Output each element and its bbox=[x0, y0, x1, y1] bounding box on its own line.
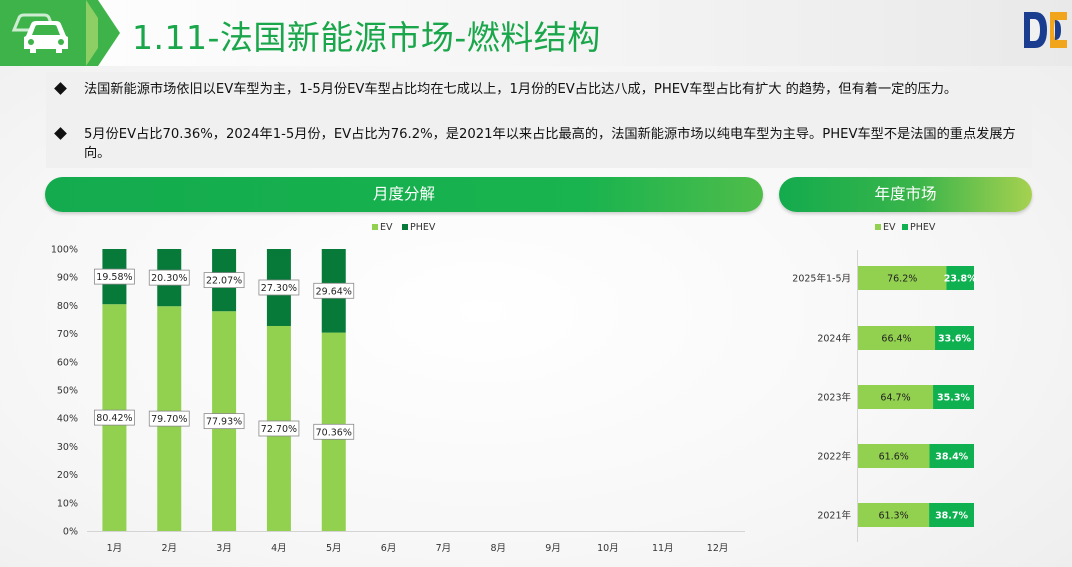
legend-label-ev: EV bbox=[883, 222, 896, 233]
y-tick-label: 100% bbox=[51, 245, 78, 256]
data-label-ev: 79.70% bbox=[151, 414, 187, 425]
data-label-phev: 29.64% bbox=[316, 286, 352, 297]
y-tick-label: 60% bbox=[57, 357, 78, 368]
data-label-ev: 72.70% bbox=[261, 424, 297, 435]
charts-canvas: EV PHEV 0% 10% 20% 30% 40% 50% 60% 70% 80% 90% 100% 1… bbox=[51, 222, 977, 554]
y-tick-label: 50% bbox=[57, 386, 78, 397]
y-category-label: 2024年 bbox=[817, 333, 851, 345]
data-label-phev: 19.58% bbox=[96, 272, 132, 283]
x-tick-label: 2月 bbox=[161, 543, 177, 554]
x-tick-label: 3月 bbox=[216, 543, 232, 554]
y-category-label: 2022年 bbox=[817, 451, 851, 463]
y-tick-label: 0% bbox=[63, 527, 78, 538]
data-label-phev: 38.7% bbox=[935, 511, 968, 522]
legend-label-ev: EV bbox=[380, 222, 393, 233]
y-tick-label: 20% bbox=[57, 470, 78, 481]
data-label-ev: 80.42% bbox=[96, 413, 132, 424]
legend-swatch-ev bbox=[372, 224, 378, 230]
y-tick-label: 40% bbox=[57, 414, 78, 425]
data-label-ev: 61.3% bbox=[878, 511, 908, 522]
data-label-phev: 33.6% bbox=[938, 334, 971, 345]
x-tick-label: 1月 bbox=[107, 543, 123, 554]
legend-swatch-phev bbox=[902, 224, 908, 230]
y-tick-label: 90% bbox=[57, 273, 78, 284]
data-label-phev: 23.8% bbox=[944, 274, 977, 285]
legend-label-phev: PHEV bbox=[410, 222, 436, 233]
y-tick-label: 30% bbox=[57, 442, 78, 453]
data-label-phev: 35.3% bbox=[937, 393, 970, 404]
data-label-ev: 66.4% bbox=[881, 334, 911, 345]
data-label-ev: 76.2% bbox=[887, 274, 917, 285]
x-tick-label: 7月 bbox=[436, 543, 452, 554]
y-tick-label: 10% bbox=[57, 498, 78, 509]
legend-swatch-ev bbox=[875, 224, 881, 230]
x-tick-label: 10月 bbox=[597, 543, 619, 554]
x-tick-label: 5月 bbox=[326, 543, 342, 554]
data-label-phev: 20.30% bbox=[151, 273, 187, 284]
data-label-phev: 38.4% bbox=[935, 452, 968, 463]
y-tick-label: 80% bbox=[57, 301, 78, 312]
data-label-ev: 70.36% bbox=[316, 427, 352, 438]
y-tick-label: 70% bbox=[57, 329, 78, 340]
y-category-label: 2023年 bbox=[817, 392, 851, 404]
x-tick-label: 12月 bbox=[707, 543, 729, 554]
x-tick-label: 8月 bbox=[490, 543, 506, 554]
y-category-label: 2025年1-5月 bbox=[792, 273, 851, 285]
data-label-phev: 22.07% bbox=[206, 276, 242, 287]
x-tick-label: 4月 bbox=[271, 543, 287, 554]
data-label-phev: 27.30% bbox=[261, 283, 297, 294]
x-tick-label: 11月 bbox=[652, 543, 674, 554]
y-category-label: 2021年 bbox=[817, 510, 851, 522]
data-label-ev: 77.93% bbox=[206, 417, 242, 428]
data-label-ev: 64.7% bbox=[880, 393, 910, 404]
x-tick-label: 6月 bbox=[381, 543, 397, 554]
x-tick-label: 9月 bbox=[545, 543, 561, 554]
data-label-ev: 61.6% bbox=[879, 452, 909, 463]
legend-label-phev: PHEV bbox=[910, 222, 936, 233]
legend-swatch-phev bbox=[402, 224, 408, 230]
